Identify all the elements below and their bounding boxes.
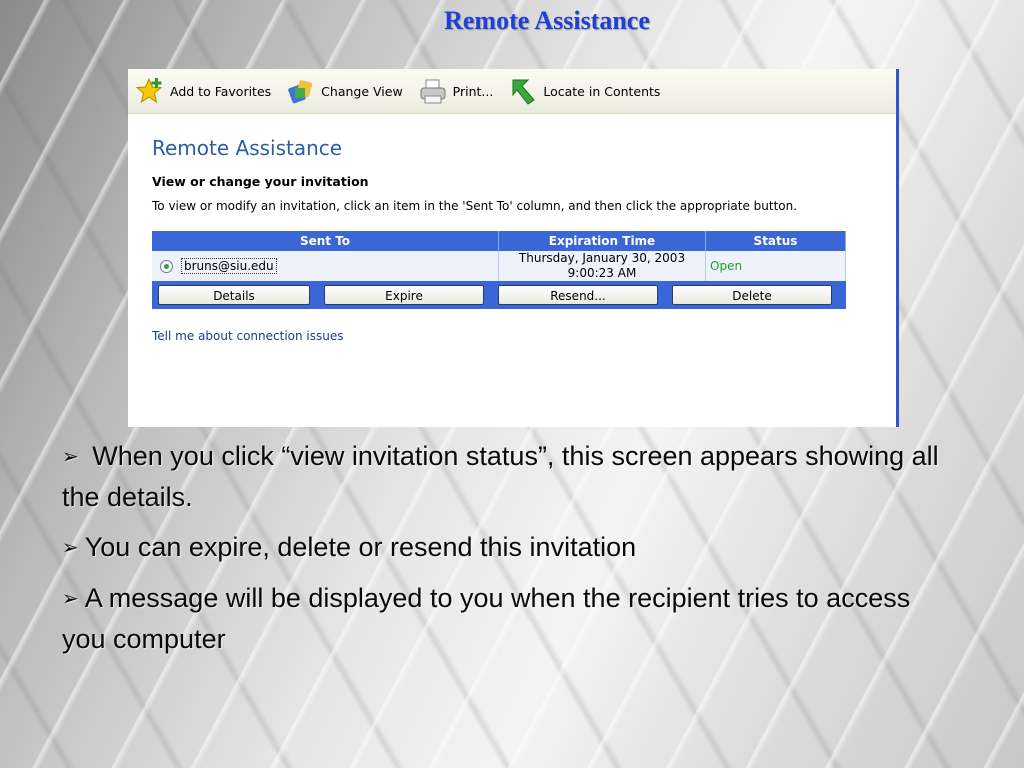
arrow-bullet-icon: ➢ bbox=[62, 537, 79, 559]
arrow-bullet-icon: ➢ bbox=[62, 588, 79, 610]
status-cell: Open bbox=[705, 251, 846, 281]
expiration-date: Thursday, January 30, 2003 bbox=[518, 251, 686, 265]
help-toolbar: Add to Favorites Change View Print... Lo… bbox=[128, 69, 896, 114]
locate-in-contents-button[interactable]: Locate in Contents bbox=[507, 75, 660, 107]
bullet-item: ➢ You can expire, delete or resend this i… bbox=[62, 527, 942, 568]
help-window-screenshot: Add to Favorites Change View Print... Lo… bbox=[128, 69, 899, 427]
delete-button[interactable]: Delete bbox=[672, 285, 832, 305]
resend-button[interactable]: Resend... bbox=[498, 285, 658, 305]
add-to-favorites-button[interactable]: Add to Favorites bbox=[134, 75, 271, 107]
locate-arrow-icon bbox=[507, 75, 539, 107]
row-radio-button[interactable] bbox=[160, 260, 173, 273]
header-status: Status bbox=[705, 231, 846, 251]
invitation-table: Sent To Expiration Time Status bruns@siu… bbox=[152, 231, 846, 309]
button-row: Details Expire Resend... Delete bbox=[152, 281, 846, 309]
bullet-list: ➢ When you click “view invitation status… bbox=[62, 436, 942, 669]
bullet-item: ➢ A message will be displayed to you when… bbox=[62, 578, 942, 659]
sent-to-email[interactable]: bruns@siu.edu bbox=[181, 258, 277, 274]
panel-heading: Remote Assistance bbox=[152, 136, 343, 160]
panel-content: Remote Assistance View or change your in… bbox=[128, 136, 896, 343]
bullet-item: ➢ When you click “view invitation status… bbox=[62, 436, 942, 517]
bullet-text: A message will be displayed to you when … bbox=[62, 583, 911, 654]
header-sent-to: Sent To bbox=[152, 231, 499, 251]
print-label: Print... bbox=[452, 83, 494, 99]
expiration-time: 9:00:23 AM bbox=[567, 266, 637, 280]
panel-subheading: View or change your invitation bbox=[152, 174, 369, 189]
slide-title: Remote Assistance bbox=[444, 6, 650, 35]
printer-icon bbox=[417, 75, 449, 107]
arrow-bullet-icon: ➢ bbox=[62, 446, 79, 468]
star-plus-icon bbox=[134, 75, 166, 107]
header-expiration-time: Expiration Time bbox=[498, 231, 706, 251]
panel-description: To view or modify an invitation, click a… bbox=[152, 199, 798, 213]
table-row[interactable]: bruns@siu.edu Thursday, January 30, 2003… bbox=[152, 251, 846, 281]
expiration-cell: Thursday, January 30, 2003 9:00:23 AM bbox=[498, 251, 706, 281]
print-button[interactable]: Print... bbox=[417, 75, 494, 107]
change-view-button[interactable]: Change View bbox=[285, 75, 403, 107]
bullet-text: You can expire, delete or resend this in… bbox=[84, 532, 637, 562]
details-button[interactable]: Details bbox=[158, 285, 310, 305]
connection-issues-link[interactable]: Tell me about connection issues bbox=[152, 329, 896, 343]
change-view-icon bbox=[285, 75, 317, 107]
expire-button[interactable]: Expire bbox=[324, 285, 484, 305]
bullet-text: When you click “view invitation status”,… bbox=[62, 441, 939, 512]
locate-in-contents-label: Locate in Contents bbox=[543, 83, 661, 99]
add-to-favorites-label: Add to Favorites bbox=[170, 83, 272, 99]
sent-to-cell[interactable]: bruns@siu.edu bbox=[152, 251, 499, 281]
table-header-row: Sent To Expiration Time Status bbox=[152, 231, 846, 251]
change-view-label: Change View bbox=[321, 83, 403, 99]
